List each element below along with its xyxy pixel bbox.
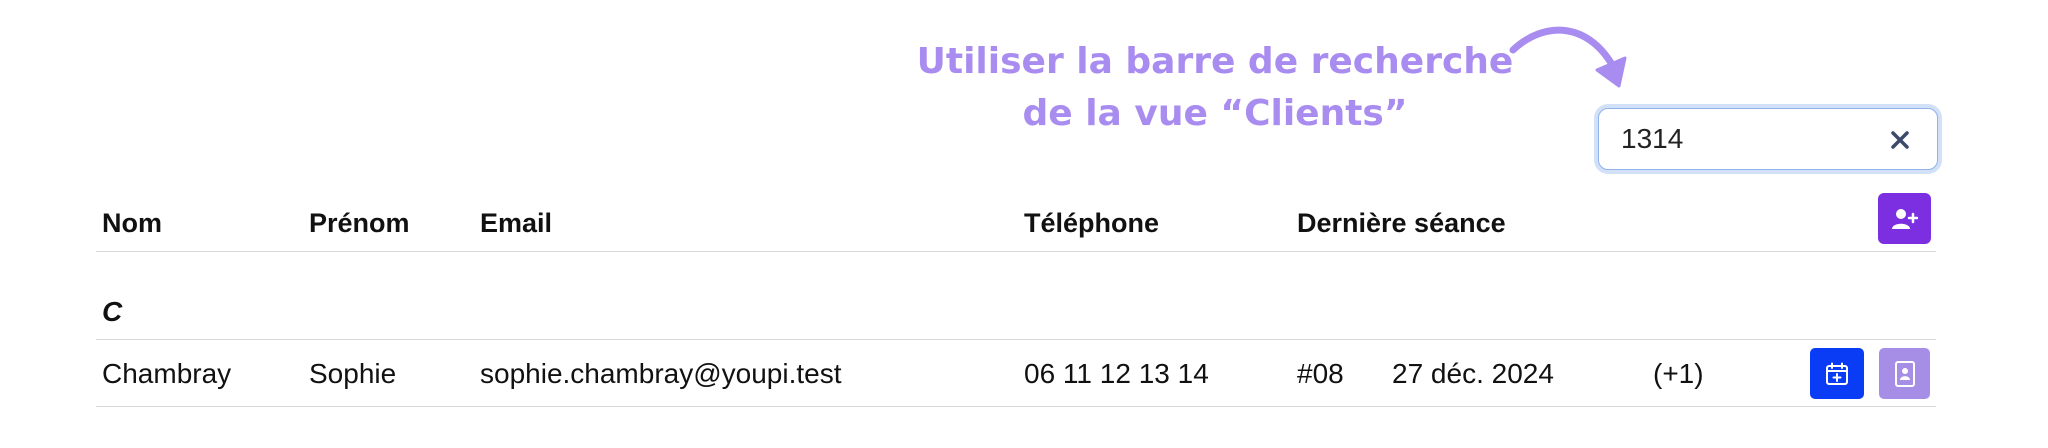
cell-seance-extra: (+1) [1653,358,1704,389]
calendar-plus-icon [1826,362,1848,385]
cell-seance-number: #08 [1297,358,1344,389]
search-input[interactable] [1621,119,1871,159]
row-divider [96,406,1936,407]
add-user-icon [1891,208,1918,229]
column-header-email[interactable]: Email [480,208,552,239]
cell-prenom: Sophie [309,358,397,389]
add-client-button[interactable] [1878,193,1931,244]
group-letter: C [102,296,123,327]
contact-card-button[interactable] [1879,348,1930,399]
column-header-prenom[interactable]: Prénom [309,208,410,239]
search-box[interactable] [1598,108,1938,170]
column-header-nom[interactable]: Nom [102,208,162,239]
cell-seance-date: 27 déc. 2024 [1392,358,1554,389]
contact-card-icon [1894,360,1915,387]
annotation-arrow-icon [1509,26,1627,88]
annotation-text: Utiliser la barre de recherche de la vue… [900,36,1530,140]
header-divider [96,251,1936,252]
cell-telephone[interactable]: 06 11 12 13 14 [1024,358,1209,390]
group-divider [96,339,1936,340]
cell-nom: Chambray [102,358,232,389]
column-header-derniere-seance[interactable]: Dernière séance [1297,208,1506,239]
new-session-button[interactable] [1810,348,1864,399]
cell-email[interactable]: sophie.chambray@youpi.test [480,358,842,390]
annotation-line-2: de la vue “Clients” [1022,93,1408,134]
column-header-telephone[interactable]: Téléphone [1024,208,1159,239]
annotation-line-1: Utiliser la barre de recherche [916,41,1514,82]
close-icon[interactable] [1885,125,1915,155]
